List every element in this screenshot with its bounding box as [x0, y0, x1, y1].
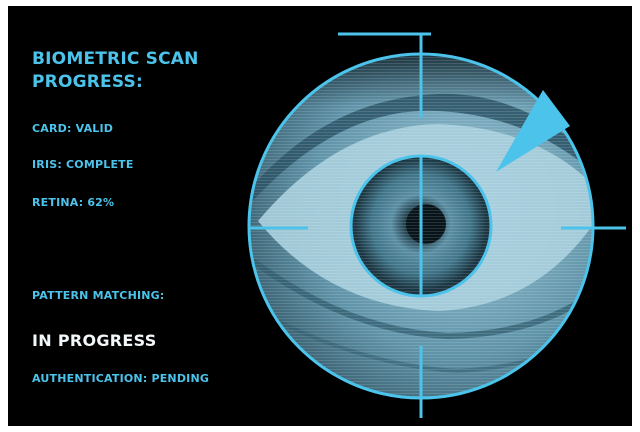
iris-status: IRIS: COMPLETE [32, 158, 134, 171]
authentication-status: AUTHENTICATION: PENDING [32, 372, 210, 385]
panel-title: BIOMETRIC SCAN PROGRESS: [32, 49, 199, 92]
pattern-matching-label: PATTERN MATCHING: [32, 289, 165, 302]
pattern-matching-status: IN PROGRESS [32, 331, 157, 350]
retina-status: RETINA: 62% [32, 196, 115, 209]
scan-screen: BIOMETRIC SCAN PROGRESS: CARD: VALID IRI… [8, 6, 632, 426]
scan-status-panel: BIOMETRIC SCAN PROGRESS: CARD: VALID IRI… [32, 48, 272, 385]
card-status: CARD: VALID [32, 122, 114, 135]
